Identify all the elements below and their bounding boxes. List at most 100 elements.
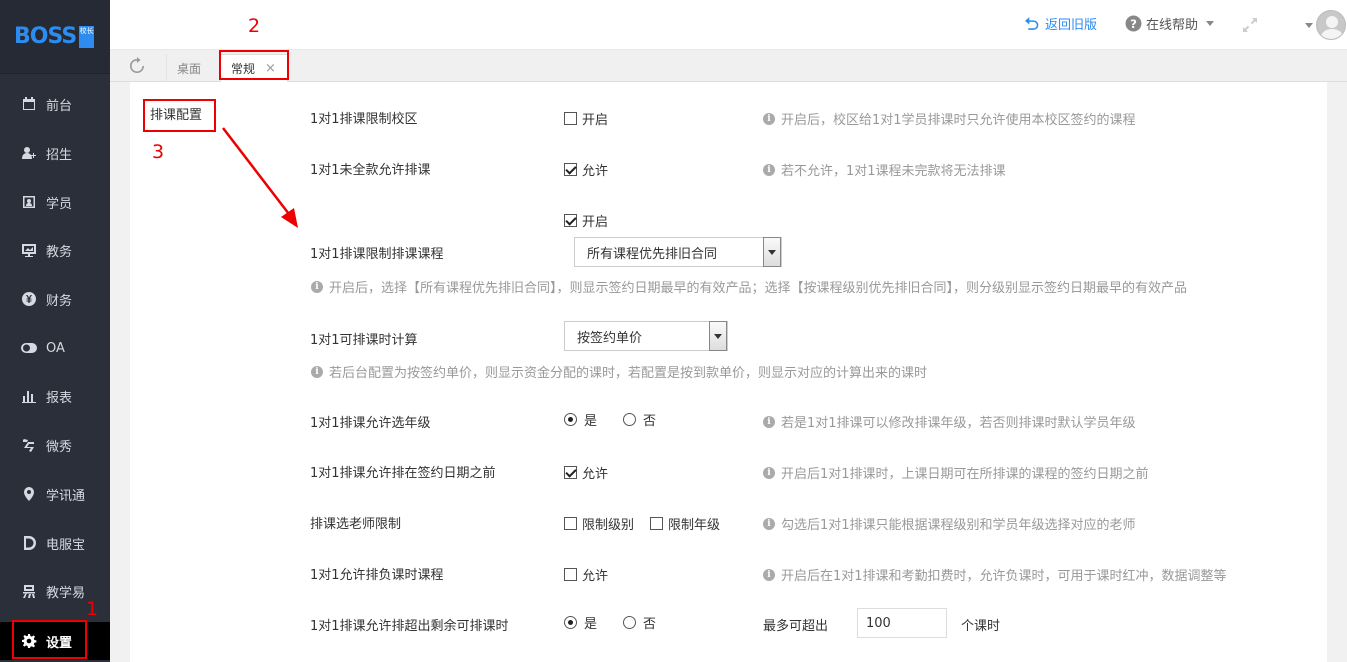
location-pin-icon <box>20 485 38 503</box>
xiu-icon <box>20 436 38 454</box>
sidebar-item-label: 财务 <box>46 293 73 309</box>
setting-hint: i 若不允许，1对1课程未完款将无法排课 <box>763 160 1006 179</box>
sidebar: BOSS 校长 前台 招生 学员 教务 财务 OA 报表 微秀 学讯通 电服宝 … <box>0 0 110 662</box>
logo-badge: 校长 <box>79 25 95 48</box>
checkbox-label: 允许 <box>582 569 609 584</box>
setting-label: 1对1排课允许排在签约日期之前 <box>310 466 496 481</box>
restrict-campus-checkbox[interactable]: 开启 <box>564 109 608 128</box>
sidebar-item-label: 学员 <box>46 196 73 212</box>
sidebar-item-finance[interactable]: 财务 <box>0 281 110 317</box>
info-icon: i <box>763 415 775 428</box>
max-exceed-label: 最多可超出 <box>763 619 829 634</box>
toggle-icon <box>20 339 38 357</box>
fullscreen-icon[interactable] <box>1241 16 1259 34</box>
sidebar-item-label: 前台 <box>46 98 73 114</box>
annotation-number-3: 3 <box>152 141 165 163</box>
svg-text:?: ? <box>1130 17 1137 31</box>
avatar[interactable] <box>1316 10 1346 40</box>
sidebar-item-academic[interactable]: 教务 <box>0 232 110 268</box>
setting-label: 1对1可排课时计算 <box>310 333 418 348</box>
info-icon: i <box>763 466 775 479</box>
radio-no[interactable]: 否 <box>623 410 656 429</box>
add-user-icon <box>20 144 38 162</box>
calendar-icon <box>20 95 38 113</box>
online-help-menu[interactable]: ? 在线帮助 <box>1125 14 1215 33</box>
board-icon <box>20 241 38 259</box>
setting-label: 1对1未全款允许排课 <box>310 163 431 178</box>
checkbox-box <box>564 568 577 581</box>
setting-label: 1对1排课允许排超出剩余可排课时 <box>310 619 509 634</box>
allow-before-sign-date-checkbox[interactable]: 允许 <box>564 463 608 482</box>
tab-label: 桌面 <box>177 61 202 76</box>
refresh-icon[interactable] <box>128 57 146 75</box>
radio-yes[interactable]: 是 <box>564 410 597 429</box>
annotation-box-section <box>143 99 216 132</box>
sidebar-item-weixiu[interactable]: 微秀 <box>0 427 110 463</box>
info-icon: i <box>311 280 323 293</box>
radio-circle <box>564 616 577 629</box>
restrict-grade-checkbox[interactable]: 限制年级 <box>650 514 720 533</box>
id-card-icon <box>20 193 38 211</box>
checkbox-box <box>564 163 577 176</box>
setting-label: 1对1排课限制校区 <box>310 112 418 127</box>
sidebar-item-label: 报表 <box>46 390 73 406</box>
sidebar-item-oa[interactable]: OA <box>0 330 110 366</box>
help-menu-label: 在线帮助 <box>1146 18 1199 33</box>
logo-text: BOSS <box>14 24 77 49</box>
teacher-restriction-options: 限制级别 限制年级 <box>564 514 736 533</box>
sidebar-item-students[interactable]: 学员 <box>0 184 110 220</box>
sidebar-item-label: 微秀 <box>46 439 73 455</box>
radio-circle <box>623 616 637 629</box>
setting-label: 1对1排课允许选年级 <box>310 416 431 431</box>
allow-unpaid-scheduling-checkbox[interactable]: 允许 <box>564 160 608 179</box>
sidebar-item-label: 教务 <box>46 244 73 260</box>
checkbox-label: 开启 <box>582 113 609 128</box>
tab-bar: 桌面 常规 × <box>110 50 1347 82</box>
info-icon: i <box>763 568 775 581</box>
setting-label: 1对1排课限制排课课程 <box>310 247 444 262</box>
course-priority-select[interactable]: 所有课程优先排旧合同 <box>574 237 782 267</box>
sidebar-item-label: OA <box>46 340 65 356</box>
sidebar-item-enrollment[interactable]: 招生 <box>0 135 110 171</box>
settings-panel: 排课配置 1对1排课限制校区 开启 i 开启后，校区给1对1学员排课时只允许使用… <box>130 82 1327 662</box>
setting-hint: i 开启后1对1排课时，上课日期可在所排课的课程的签约日期之前 <box>763 463 1149 482</box>
checkbox-box <box>564 466 577 479</box>
logo[interactable]: BOSS 校长 <box>0 0 110 74</box>
allow-negative-hours-checkbox[interactable]: 允许 <box>564 565 608 584</box>
chevron-down-icon <box>763 237 781 267</box>
restrict-level-checkbox[interactable]: 限制级别 <box>564 514 634 533</box>
select-value: 按签约单价 <box>577 330 643 346</box>
setting-hint: i 勾选后1对1排课只能根据课程级别和学员年级选择对应的老师 <box>763 514 1136 533</box>
sidebar-item-dianfubao[interactable]: 电服宝 <box>0 525 110 561</box>
sidebar-item-label: 教学易 <box>46 585 86 601</box>
setting-hint: i 若是1对1排课可以修改排课年级，若否则排课时默认学员年级 <box>763 412 1136 431</box>
select-value: 所有课程优先排旧合同 <box>587 246 718 262</box>
phone-d-icon <box>20 534 38 552</box>
radio-yes[interactable]: 是 <box>564 613 597 632</box>
sidebar-item-label: 电服宝 <box>46 537 86 553</box>
back-to-old-version-link[interactable]: 返回旧版 <box>1024 14 1097 33</box>
checkbox-box <box>564 112 577 125</box>
annotation-box-settings <box>12 620 87 659</box>
chevron-down-icon <box>709 321 727 351</box>
allow-exceed-hours-radio-group: 是 否 <box>564 613 672 632</box>
restrict-courses-checkbox[interactable]: 开启 <box>564 211 608 230</box>
setting-label: 排课选老师限制 <box>310 517 402 532</box>
max-exceed-hours-input[interactable] <box>857 608 947 638</box>
info-icon: i <box>763 112 775 125</box>
annotation-number-2: 2 <box>248 15 261 37</box>
sidebar-item-label: 招生 <box>46 147 73 163</box>
sidebar-item-reports[interactable]: 报表 <box>0 378 110 414</box>
help-icon: ? <box>1125 15 1142 32</box>
top-header: 返回旧版 ? 在线帮助 <box>110 0 1347 50</box>
sidebar-item-xuexuntong[interactable]: 学讯通 <box>0 476 110 512</box>
yen-icon <box>20 290 38 308</box>
tab-desktop[interactable]: 桌面 <box>166 54 211 82</box>
sidebar-item-front-desk[interactable]: 前台 <box>0 86 110 122</box>
checkbox-label: 开启 <box>582 215 609 230</box>
info-icon: i <box>763 517 775 530</box>
user-menu-chevron-icon[interactable] <box>1305 23 1313 28</box>
hours-calculation-select[interactable]: 按签约单价 <box>564 321 728 351</box>
radio-no[interactable]: 否 <box>623 613 656 632</box>
chevron-down-icon <box>1206 21 1215 26</box>
